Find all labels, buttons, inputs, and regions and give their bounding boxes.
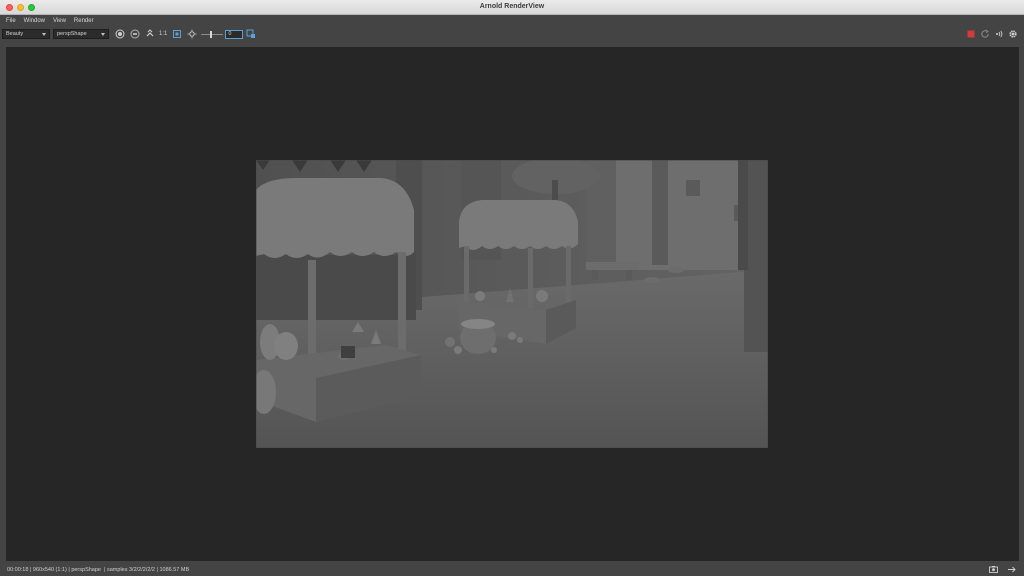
menu-file[interactable]: File: [6, 18, 16, 24]
render-viewport[interactable]: [6, 47, 1019, 561]
settings-gear-icon[interactable]: [1008, 29, 1018, 39]
window-title: Arnold RenderView: [479, 3, 545, 10]
exposure-input[interactable]: [225, 29, 244, 39]
chevron-down-icon: [101, 32, 105, 36]
ipr-broadcast-icon[interactable]: [994, 29, 1004, 39]
status-text: 00:00:18 | 960x540 (1:1) | perspShape | …: [7, 566, 190, 573]
render-region-icon[interactable]: [115, 29, 125, 39]
display-icon[interactable]: [130, 29, 140, 39]
refresh-render-icon[interactable]: [980, 29, 990, 39]
menu-window[interactable]: Window: [24, 18, 45, 24]
stop-render-icon[interactable]: [966, 29, 976, 39]
aov-dropdown[interactable]: Beauty: [2, 29, 50, 39]
render-image: [256, 160, 768, 448]
chevron-down-icon: [42, 32, 46, 36]
crop-icon[interactable]: [172, 29, 182, 39]
menu-bar: File Window View Render: [0, 15, 1024, 27]
exposure-slider-handle[interactable]: [210, 30, 213, 38]
expand-panel-icon[interactable]: [1007, 565, 1016, 574]
exposure-sun-icon: [187, 29, 197, 39]
menu-render[interactable]: Render: [74, 18, 94, 24]
toolbar: Beauty perspShape 1:1: [0, 27, 1024, 41]
exposure-slider[interactable]: [201, 30, 224, 38]
zoom-one-to-one-button[interactable]: 1:1: [159, 31, 167, 37]
title-bar: Arnold RenderView: [0, 0, 1024, 15]
camera-dropdown[interactable]: perspShape: [53, 29, 109, 39]
rendered-market-scene: [256, 160, 768, 448]
status-bar-right: [983, 565, 1018, 574]
camera-dropdown-value: perspShape: [57, 31, 87, 37]
status-bar: 00:00:18 | 960x540 (1:1) | perspShape | …: [0, 563, 1024, 576]
snapshot-camera-icon[interactable]: [989, 565, 998, 574]
toolbar-right: [964, 29, 1020, 39]
aov-dropdown-value: Beauty: [6, 31, 24, 37]
menu-view[interactable]: View: [53, 18, 66, 24]
aov-arrows-icon[interactable]: [145, 29, 155, 39]
color-picker-icon[interactable]: [246, 29, 256, 39]
